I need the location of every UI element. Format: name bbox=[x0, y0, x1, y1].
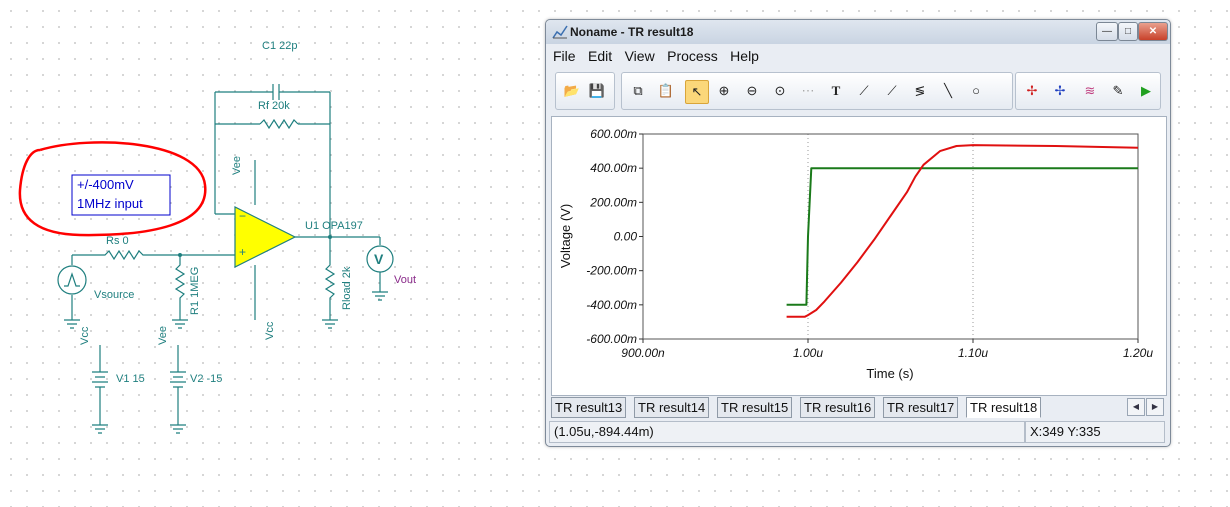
vee-opamp-label: Vee bbox=[231, 156, 243, 175]
cursor-b-icon[interactable]: ⟋ bbox=[881, 80, 903, 102]
rload-resistor[interactable] bbox=[322, 237, 338, 329]
toolbar-group-markers: ✢ ✢ ≋ ✎ ▶ bbox=[1015, 72, 1161, 110]
cursor-a-icon[interactable]: ⟋ bbox=[853, 80, 875, 102]
menu-help[interactable]: Help bbox=[726, 46, 763, 66]
marker-blue-icon[interactable]: ✢ bbox=[1049, 80, 1071, 102]
transient-chart[interactable]: 900.00n 1.00u 1.10u 1.20u 600.00m 400.00m 200.… bbox=[552, 117, 1166, 395]
schematic-canvas[interactable]: − + V C1 22p Rf 20k U1 OPA197 Rs 0 Vsour… bbox=[0, 0, 545, 507]
x-tick-label: 1.20u bbox=[1123, 346, 1153, 360]
cursor-diff-icon[interactable]: ≶ bbox=[909, 80, 931, 102]
svg-text:+: + bbox=[239, 245, 246, 259]
open-icon[interactable]: 📂 bbox=[561, 80, 583, 102]
tab-tr-result18[interactable]: TR result18 bbox=[966, 397, 1042, 418]
y-tick-label: 0.00 bbox=[614, 230, 638, 244]
run-icon[interactable]: ▶ bbox=[1135, 80, 1157, 102]
rs-label: Rs 0 bbox=[106, 235, 129, 247]
pointer-icon[interactable]: ↖ bbox=[685, 80, 709, 104]
y-axis-label: Voltage (V) bbox=[558, 204, 573, 268]
r1-resistor[interactable] bbox=[172, 255, 188, 329]
tab-tr-result16[interactable]: TR result16 bbox=[800, 397, 876, 418]
line-icon[interactable]: ╲ bbox=[937, 80, 959, 102]
tab-tr-result15[interactable]: TR result15 bbox=[717, 397, 793, 418]
menu-view[interactable]: View bbox=[621, 46, 659, 66]
y-tick-label: -400.00m bbox=[586, 298, 637, 312]
voltmeter-label: V bbox=[374, 251, 384, 267]
series-line-1[interactable] bbox=[786, 144, 1139, 318]
window-title: Noname - TR result18 bbox=[570, 25, 694, 39]
circle-icon[interactable]: ○ bbox=[965, 80, 987, 102]
y-tick-label: 600.00m bbox=[590, 127, 637, 141]
c1-capacitor[interactable] bbox=[215, 84, 330, 100]
maximize-button[interactable]: □ bbox=[1118, 22, 1138, 41]
grid-icon[interactable]: ⋯ bbox=[797, 80, 819, 102]
vee-supply-label: Vee bbox=[157, 326, 169, 345]
vcc-supply-label: Vcc bbox=[79, 326, 91, 345]
r1-label: R1 1MEG bbox=[189, 267, 201, 315]
status-coords: X:349 Y:335 bbox=[1025, 421, 1165, 443]
v1-supply[interactable] bbox=[92, 345, 108, 434]
tab-tr-result14[interactable]: TR result14 bbox=[634, 397, 710, 418]
paste-icon[interactable]: 📋 bbox=[655, 80, 677, 102]
toolbar: 📂 💾 ⧉ 📋 ↖ ⊕ ⊖ ⊙ ⋯ T ⟋ ⟋ ≶ ╲ ○ ✢ ✢ ≋ ✎ ▶ bbox=[549, 72, 1165, 110]
plot-area[interactable]: 900.00n 1.00u 1.10u 1.20u 600.00m 400.00m 200.… bbox=[551, 116, 1167, 396]
text-icon[interactable]: T bbox=[825, 80, 847, 102]
vsource-symbol[interactable] bbox=[57, 265, 87, 295]
zoom-in-icon[interactable]: ⊕ bbox=[713, 80, 735, 102]
zoom-out-icon[interactable]: ⊖ bbox=[741, 80, 763, 102]
rf-resistor[interactable] bbox=[259, 118, 299, 130]
copy-icon[interactable]: ⧉ bbox=[627, 80, 649, 102]
tr-result-window[interactable]: Noname - TR result18 — □ ✕ File Edit Vie… bbox=[545, 19, 1171, 447]
tab-scroll-left-icon[interactable]: ◀ bbox=[1127, 398, 1145, 416]
tab-scroll-right-icon[interactable]: ▶ bbox=[1146, 398, 1164, 416]
toolbar-group-tools: ⧉ 📋 ↖ ⊕ ⊖ ⊙ ⋯ T ⟋ ⟋ ≶ ╲ ○ bbox=[621, 72, 1013, 110]
v2-label: V2 -15 bbox=[190, 373, 222, 385]
v1-label: V1 15 bbox=[116, 373, 145, 385]
annotation-line1: +/-400mV bbox=[77, 177, 134, 192]
x-axis-label: Time (s) bbox=[866, 366, 913, 381]
annotation-line2: 1MHz input bbox=[77, 196, 143, 211]
menu-edit[interactable]: Edit bbox=[584, 46, 616, 66]
vsource-label: Vsource bbox=[94, 289, 134, 301]
x-tick-label: 1.00u bbox=[793, 346, 823, 360]
zoom-100-icon[interactable]: ⊙ bbox=[769, 80, 791, 102]
title-bar[interactable]: Noname - TR result18 — □ ✕ bbox=[546, 20, 1170, 44]
vout-label: Vout bbox=[394, 274, 416, 286]
y-tick-label: -200.00m bbox=[586, 264, 637, 278]
rf-label: Rf 20k bbox=[258, 100, 290, 112]
tab-tr-result13[interactable]: TR result13 bbox=[551, 397, 627, 418]
rload-label: Rload 2k bbox=[341, 266, 353, 310]
toolbar-group-file: 📂 💾 bbox=[555, 72, 615, 110]
u1-label: U1 OPA197 bbox=[305, 220, 363, 232]
status-bar: (1.05u,-894.44m) X:349 Y:335 bbox=[549, 421, 1167, 443]
c1-label: C1 22p bbox=[262, 40, 297, 52]
minimize-button[interactable]: — bbox=[1096, 22, 1118, 41]
svg-text:−: − bbox=[239, 209, 246, 223]
save-icon[interactable]: 💾 bbox=[586, 80, 608, 102]
y-tick-label: 200.00m bbox=[589, 195, 637, 209]
probe-icon[interactable]: ✎ bbox=[1107, 80, 1129, 102]
close-button[interactable]: ✕ bbox=[1138, 22, 1168, 41]
series-icon[interactable]: ≋ bbox=[1079, 80, 1101, 102]
menu-bar: File Edit View Process Help bbox=[549, 46, 763, 66]
rs-resistor[interactable] bbox=[85, 249, 180, 261]
app-chart-icon bbox=[552, 25, 568, 39]
menu-process[interactable]: Process bbox=[663, 46, 722, 66]
plot-frame bbox=[642, 133, 1139, 340]
y-tick-label: -600.00m bbox=[586, 332, 637, 346]
tab-tr-result17[interactable]: TR result17 bbox=[883, 397, 959, 418]
menu-file[interactable]: File bbox=[549, 46, 580, 66]
vcc-opamp-label: Vcc bbox=[264, 321, 276, 340]
result-tabs: TR result13 TR result14 TR result15 TR r… bbox=[551, 397, 1165, 418]
y-tick-label: 400.00m bbox=[590, 161, 637, 175]
marker-red-icon[interactable]: ✢ bbox=[1021, 80, 1043, 102]
status-cursor-value: (1.05u,-894.44m) bbox=[549, 421, 1025, 443]
x-tick-label: 1.10u bbox=[958, 346, 988, 360]
v2-supply[interactable] bbox=[170, 345, 186, 434]
x-tick-label: 900.00n bbox=[621, 346, 665, 360]
